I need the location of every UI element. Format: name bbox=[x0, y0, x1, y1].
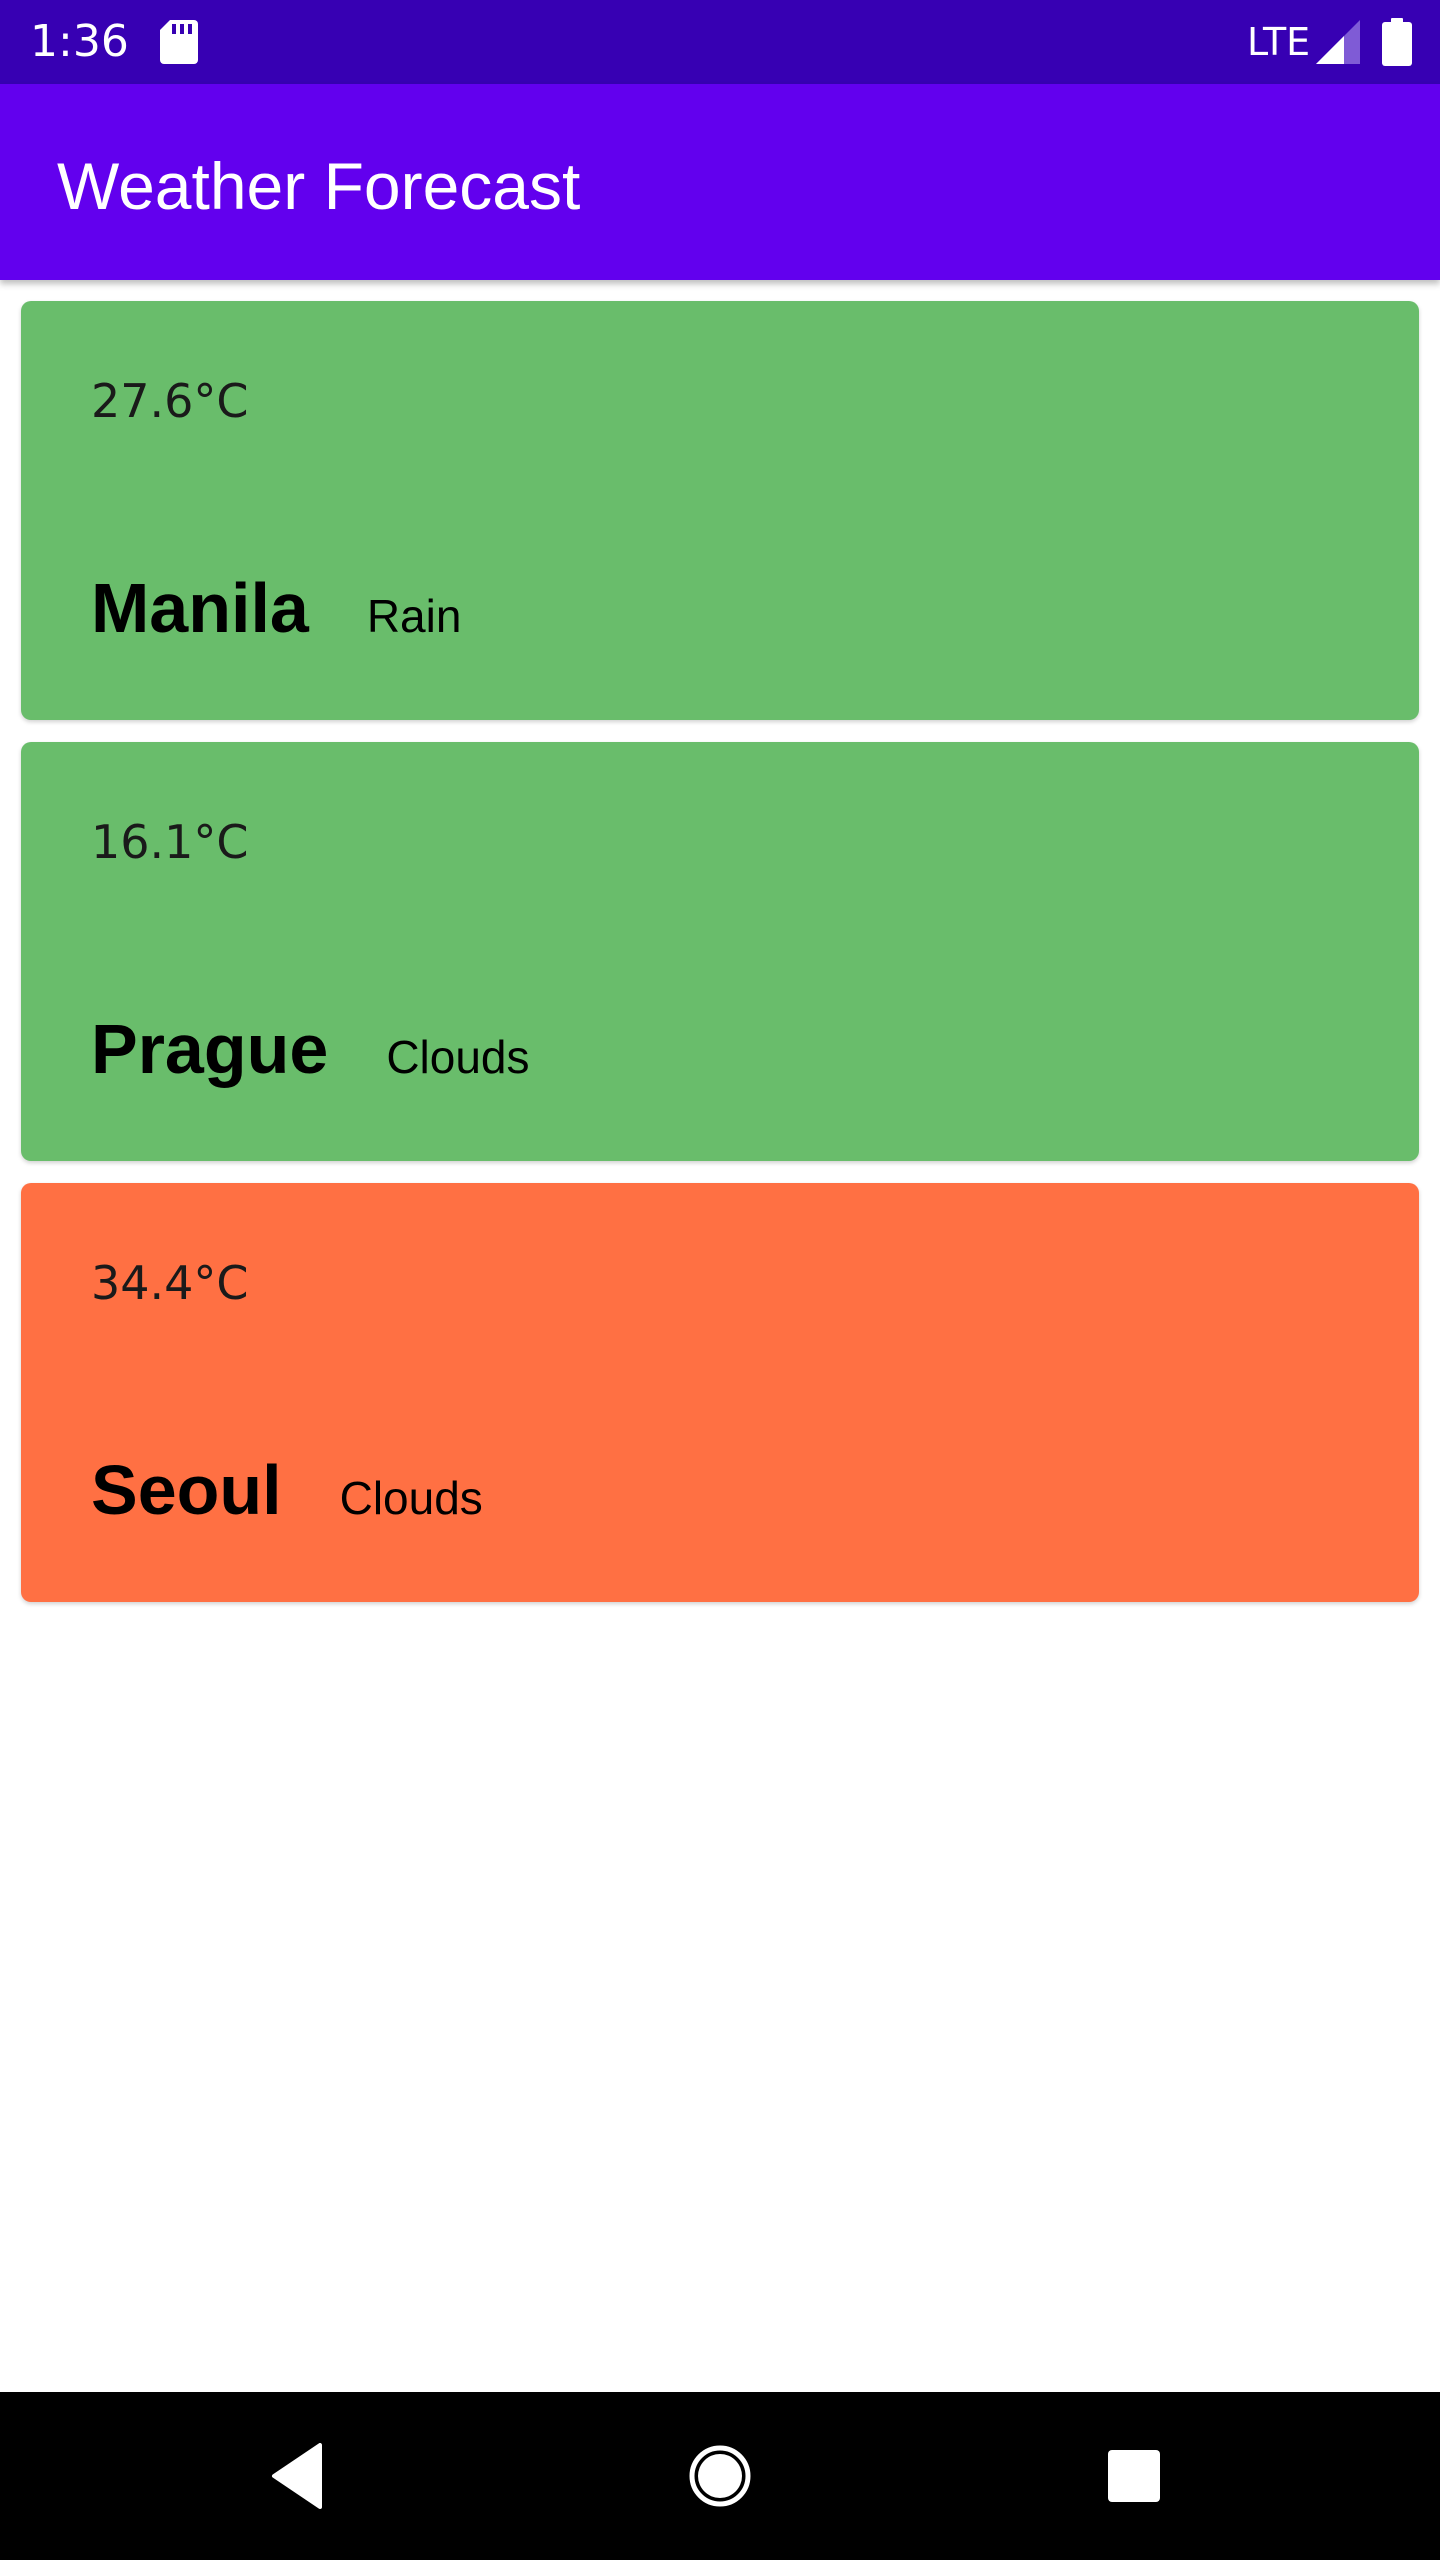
temperature-label: 34.4°C bbox=[91, 1256, 249, 1310]
city-row: Prague Clouds bbox=[91, 1004, 530, 1094]
temperature-label: 27.6°C bbox=[91, 374, 249, 428]
back-button[interactable] bbox=[250, 2426, 350, 2526]
battery-icon bbox=[1382, 18, 1412, 66]
home-button[interactable] bbox=[670, 2426, 770, 2526]
weather-condition: Clouds bbox=[386, 1031, 530, 1083]
sd-card-icon bbox=[160, 20, 198, 64]
recents-icon bbox=[1108, 2450, 1160, 2502]
app-title: Weather Forecast bbox=[57, 149, 581, 223]
temperature-label: 16.1°C bbox=[91, 815, 249, 869]
weather-condition: Clouds bbox=[339, 1472, 483, 1524]
city-name: Manila bbox=[91, 569, 309, 647]
city-name: Seoul bbox=[91, 1451, 282, 1529]
home-icon bbox=[689, 2445, 751, 2507]
network-type-label: LTE bbox=[1247, 20, 1311, 64]
navigation-bar bbox=[0, 2392, 1440, 2560]
app-bar: Weather Forecast bbox=[0, 84, 1440, 280]
status-time: 1:36 bbox=[30, 16, 129, 67]
city-name: Prague bbox=[91, 1010, 329, 1088]
forecast-card-manila[interactable]: 27.6°C Manila Rain bbox=[21, 301, 1419, 720]
city-row: Seoul Clouds bbox=[91, 1445, 483, 1535]
recents-button[interactable] bbox=[1084, 2426, 1184, 2526]
signal-icon bbox=[1316, 20, 1360, 64]
forecast-card-seoul[interactable]: 34.4°C Seoul Clouds bbox=[21, 1183, 1419, 1602]
status-bar: 1:36 LTE bbox=[0, 0, 1440, 84]
forecast-card-prague[interactable]: 16.1°C Prague Clouds bbox=[21, 742, 1419, 1161]
city-row: Manila Rain bbox=[91, 563, 461, 653]
weather-condition: Rain bbox=[366, 590, 462, 642]
back-icon bbox=[272, 2443, 322, 2509]
